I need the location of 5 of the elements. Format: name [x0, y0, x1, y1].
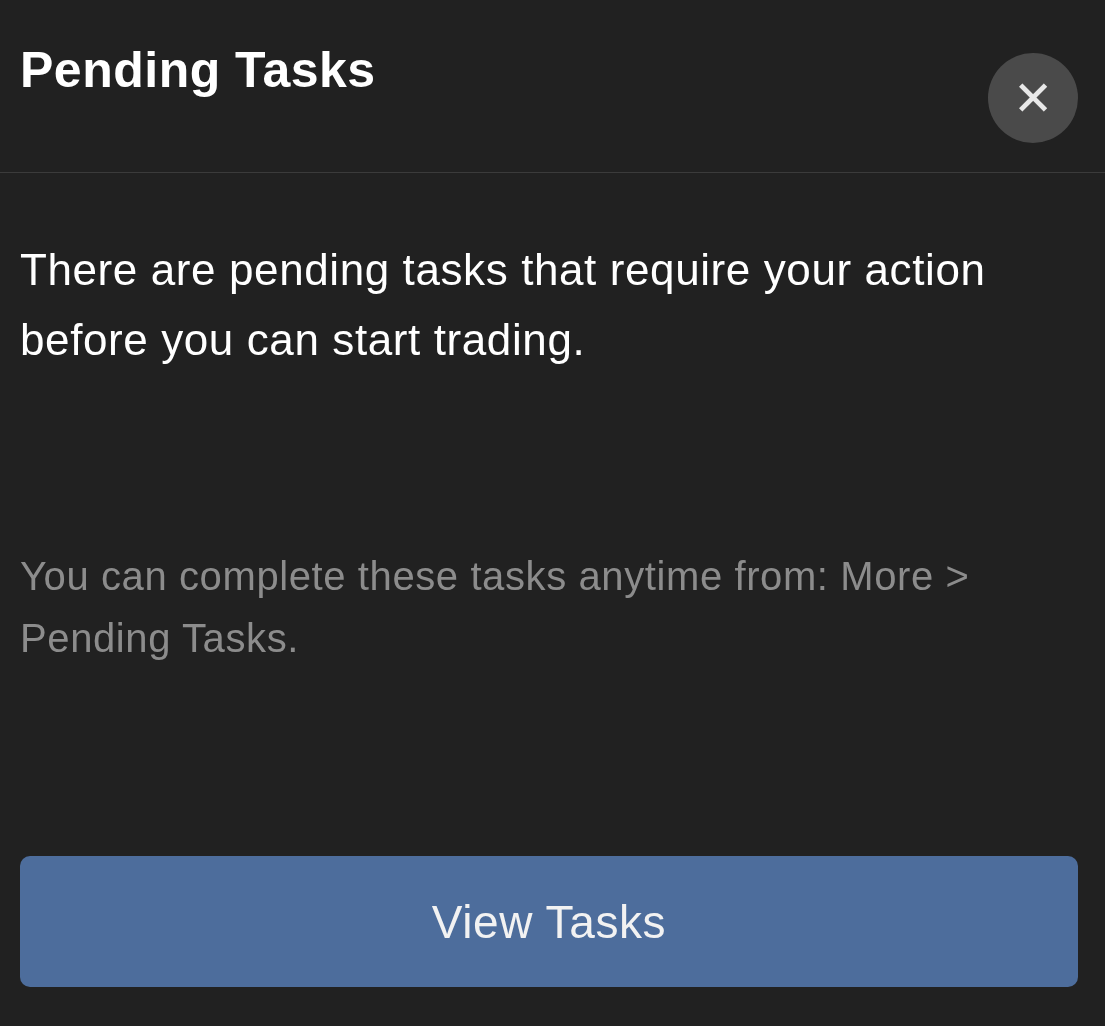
- message-text: There are pending tasks that require your action before you can start trading.: [20, 244, 987, 366]
- view-tasks-button[interactable]: View Tasks: [20, 856, 1078, 987]
- close-button[interactable]: ✕: [988, 53, 1078, 143]
- hint-text: You can complete these tasks anytime from: More > Pending Tasks.: [20, 553, 971, 662]
- dialog-title: Pending Tasks: [20, 41, 376, 99]
